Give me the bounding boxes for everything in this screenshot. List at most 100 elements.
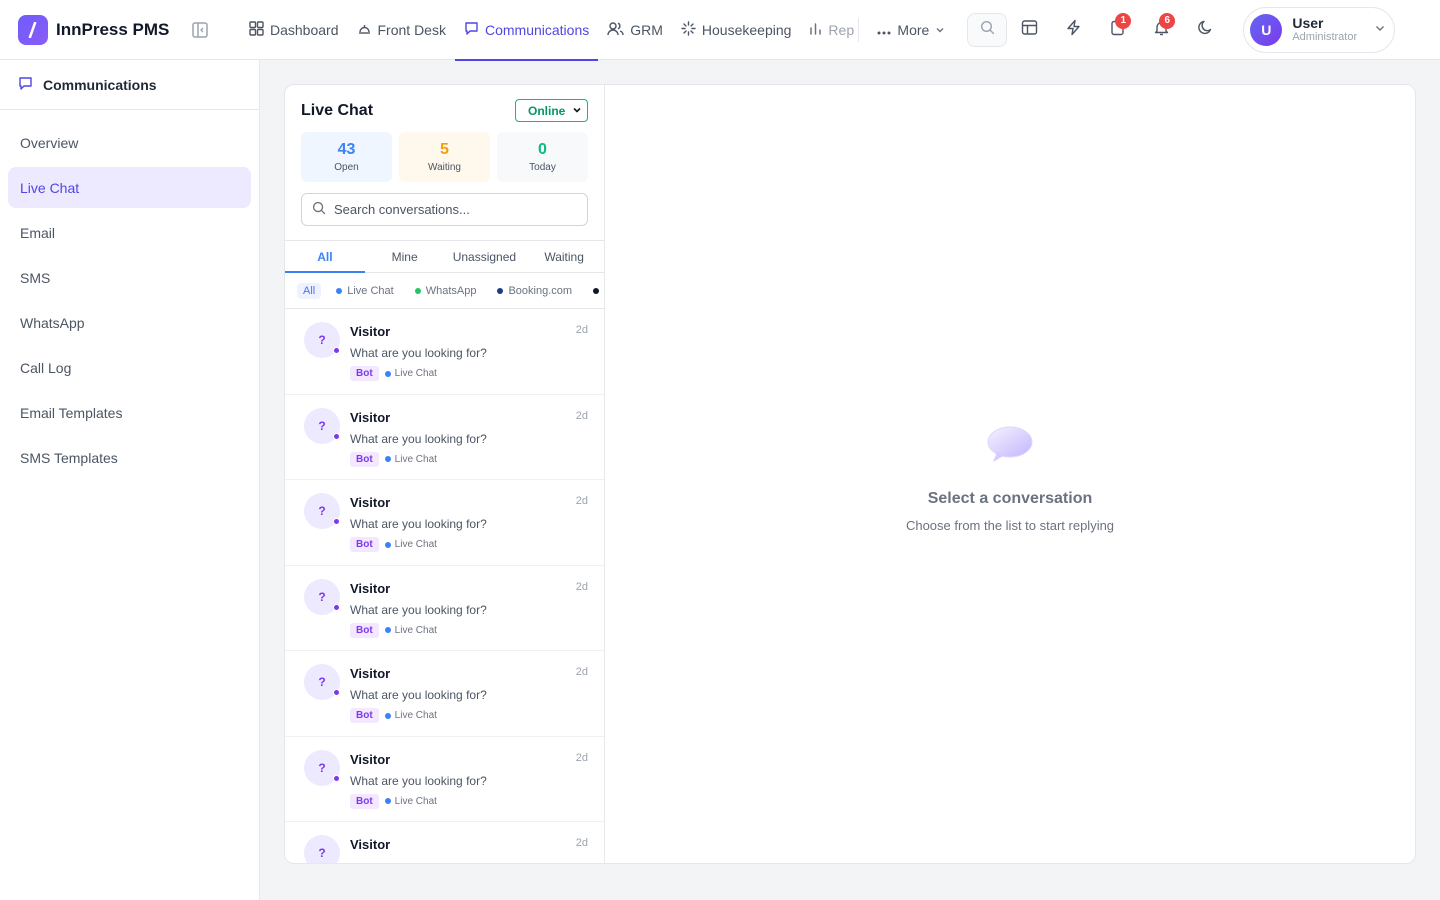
tab-mine[interactable]: Mine: [365, 241, 445, 272]
conversation-tags: Bot Live Chat: [350, 537, 437, 552]
global-search-button[interactable]: [967, 12, 1008, 47]
nav-item-communications[interactable]: Communications: [454, 0, 599, 61]
tasks-button[interactable]: 1: [1095, 12, 1139, 47]
tab-waiting[interactable]: Waiting: [524, 241, 604, 272]
user-menu[interactable]: U User Administrator: [1243, 6, 1396, 53]
empty-state-title: Select a conversation: [927, 490, 1093, 507]
sidebar-item-sms-templates[interactable]: SMS Templates: [8, 437, 251, 478]
filter-chip-whatsapp[interactable]: WhatsApp: [409, 283, 483, 299]
sidebar-item-live-chat[interactable]: Live Chat: [8, 167, 251, 208]
bot-badge: Bot: [350, 451, 379, 467]
list-item[interactable]: ? Visitor 2d What are you looking for? B…: [285, 395, 604, 480]
nav-more-button[interactable]: More: [869, 0, 953, 60]
sidebar-item-overview[interactable]: Overview: [8, 122, 251, 163]
search-icon: [980, 20, 995, 40]
stat-today: 0 Today: [497, 132, 588, 182]
avatar: ?: [304, 835, 340, 863]
list-item[interactable]: ? Visitor 2d What are you looking for? B…: [285, 309, 604, 395]
avatar-initial: ?: [318, 589, 326, 604]
stat-label: Waiting: [428, 162, 461, 173]
chip-label: WhatsApp: [425, 284, 477, 297]
page-title: Live Chat: [301, 101, 374, 119]
list-item[interactable]: ? Visitor 2d: [285, 822, 604, 863]
chat-stats: 43 Open 5 Waiting 0 Today: [301, 132, 588, 182]
nav-item-dashboard[interactable]: Dashboard: [240, 0, 348, 60]
tab-unassigned[interactable]: Unassigned: [445, 241, 525, 272]
status-dot: [333, 689, 340, 696]
status-dot: [333, 774, 340, 782]
sidebar-item-email[interactable]: Email: [8, 212, 251, 253]
conversation-name: Visitor: [350, 324, 391, 339]
filter-chip-booking[interactable]: Booking.com: [491, 283, 578, 299]
conversation-preview: What are you looking for?: [350, 773, 487, 788]
nav-item-reports[interactable]: Repo: [800, 0, 854, 60]
stat-value: 43: [337, 141, 356, 158]
sidebar-item-sms[interactable]: SMS: [8, 257, 251, 298]
empty-state: Select a conversation Choose from the li…: [605, 425, 1415, 533]
channel-dot: [384, 541, 391, 548]
conversation-name: Visitor: [350, 837, 391, 852]
calendar-grid-button[interactable]: [1007, 13, 1051, 47]
bell-desk-icon: [357, 21, 372, 39]
sidebar-item-call-log[interactable]: Call Log: [8, 347, 251, 388]
theme-toggle-button[interactable]: [1183, 13, 1227, 47]
nav-item-front-desk[interactable]: Front Desk: [348, 0, 455, 60]
main-nav: Dashboard Front Desk Communications GRM …: [240, 0, 953, 61]
conversation-name: Visitor: [350, 580, 391, 596]
live-chat-card: Live Chat Online 43 Open 5 Waiting 0 Tod…: [284, 84, 1416, 864]
conversation-time: 2d: [575, 580, 588, 593]
channel-dot: [336, 287, 343, 294]
status-dot: [333, 347, 340, 354]
tab-all[interactable]: All: [285, 241, 365, 273]
chip-label: All: [303, 284, 316, 297]
nav-more-label: More: [897, 21, 930, 38]
channel-tag: Live Chat: [384, 368, 437, 379]
moon-icon: [1197, 19, 1214, 41]
tasks-count-badge: 1: [1115, 12, 1132, 29]
list-header: Live Chat Online 43 Open 5 Waiting 0 Tod…: [285, 85, 604, 226]
list-item[interactable]: ? Visitor 2d What are you looking for? B…: [285, 651, 604, 737]
avatar-initial: ?: [318, 846, 326, 860]
notifications-button[interactable]: 6: [1139, 12, 1183, 47]
list-item[interactable]: ? Visitor 2d What are you looking for? B…: [285, 566, 604, 651]
list-item[interactable]: ? Visitor 2d What are you looking for? B…: [285, 480, 604, 566]
conversation-preview: What are you looking for?: [350, 346, 487, 360]
users-icon: [607, 21, 624, 39]
sidebar-item-whatsapp[interactable]: WhatsApp: [8, 302, 251, 343]
conversation-search-input[interactable]: Search conversations...: [301, 193, 588, 226]
channel-dot: [384, 798, 391, 804]
channel-dot: [384, 370, 391, 377]
list-item[interactable]: ? Visitor 2d What are you looking for? B…: [285, 737, 604, 822]
more-dots-icon: [877, 22, 891, 38]
quick-actions-button[interactable]: [1051, 13, 1095, 47]
conversation-tags: Bot Live Chat: [350, 793, 437, 809]
nav-item-housekeeping[interactable]: Housekeeping: [672, 0, 801, 60]
filter-chip-more[interactable]: [587, 286, 604, 296]
channel-dot: [497, 287, 504, 294]
filter-chip-live-chat[interactable]: Live Chat: [330, 283, 399, 299]
lightning-icon: [1065, 19, 1082, 41]
channel-tag: Live Chat: [384, 454, 437, 465]
sidebar-header: Communications: [0, 60, 259, 110]
sidebar-collapse-icon[interactable]: [191, 21, 209, 39]
status-dot: [333, 432, 340, 440]
conversation-tags: Bot Live Chat: [350, 708, 437, 723]
conversation-tags: Bot Live Chat: [350, 622, 437, 638]
status-dot: [333, 603, 340, 611]
nav-item-grm[interactable]: GRM: [598, 0, 672, 60]
sidebar-item-email-templates[interactable]: Email Templates: [8, 392, 251, 433]
avatar: ?: [304, 493, 340, 529]
conversation-time: 2d: [575, 324, 588, 336]
user-name: User: [1292, 15, 1324, 32]
agent-status-select[interactable]: Online: [515, 99, 588, 122]
filter-chip-all[interactable]: All: [297, 282, 322, 299]
bot-badge: Bot: [350, 537, 379, 552]
conversation-detail-panel: Select a conversation Choose from the li…: [605, 85, 1415, 863]
empty-state-subtitle: Choose from the list to start replying: [905, 518, 1115, 533]
channel-tag: Live Chat: [384, 539, 437, 550]
channel-dot: [414, 287, 421, 294]
conversation-preview: What are you looking for?: [350, 688, 487, 702]
sidebar: Communications Overview Live Chat Email …: [0, 60, 260, 900]
conversation-tabs: All Mine Unassigned Waiting: [285, 240, 604, 273]
stat-waiting: 5 Waiting: [399, 132, 490, 182]
